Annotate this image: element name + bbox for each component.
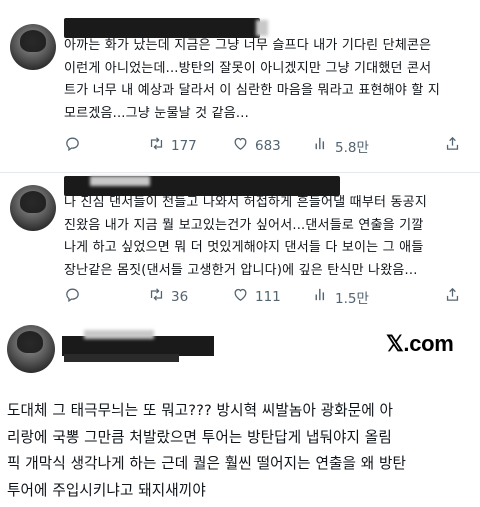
- tweet-line: 아까는 화가 났는데 지금은 그냥 너무 슬프다 내가 기다린 단체콘은: [64, 38, 432, 53]
- retweet-arrows-icon: [148, 135, 165, 156]
- redacted-handle: [84, 330, 154, 339]
- bar-chart-icon: [312, 286, 329, 307]
- avatar[interactable]: [10, 185, 56, 231]
- tweet-body: 아까는 화가 났는데 지금은 그냥 너무 슬프다 내가 기다린 단체콘은 이런게…: [64, 35, 440, 125]
- views-button[interactable]: 1.5만: [312, 286, 369, 307]
- speech-bubble-icon: [64, 135, 81, 156]
- speech-bubble-icon: [64, 286, 81, 307]
- share-button[interactable]: [444, 135, 461, 156]
- share-button[interactable]: [444, 286, 461, 307]
- tweet-body: 나 진심 댄서들이 천들고 나와서 허접하게 흔들어댈 때부터 동공지 진왔음 …: [64, 192, 427, 282]
- tweet-line: 장난같은 몸짓(댄서들 고생한거 압니다)에 깊은 탄식만 나왔음...: [64, 262, 418, 278]
- tweet-line: 진왔음 내가 지금 뭘 보고있는건가 싶어서...댄서들로 연출을 기깔: [64, 217, 424, 233]
- views-count: 5.8만: [335, 139, 369, 156]
- like-button[interactable]: 683: [232, 135, 281, 156]
- divider: [0, 172, 480, 173]
- retweet-count: 36: [171, 288, 189, 305]
- redacted-handle-bar: [64, 354, 179, 362]
- post-line: 픽 개막식 생각나게 하는 근데 퀄은 훨씬 떨어지는 연출을 왜 방탄: [7, 455, 407, 472]
- heart-icon: [232, 135, 249, 156]
- post-line: 도대체 그 태극무늬는 또 뭐고??? 방시혁 씨발놈아 광화문에 아: [7, 402, 394, 419]
- post-line: 리랑에 국뽕 그만큼 처발랐으면 투어는 방탄답게 냅둬야지 올림: [7, 428, 392, 446]
- retweet-button[interactable]: 177: [148, 135, 197, 156]
- like-button[interactable]: 111: [232, 286, 281, 307]
- redacted-handle: [256, 20, 268, 36]
- views-button[interactable]: 5.8만: [312, 135, 369, 156]
- retweet-arrows-icon: [148, 286, 165, 307]
- tweet-line: 나게 하고 싶었으면 뭐 더 멋있게해야지 댄서들 다 보이는 그 애들: [64, 240, 424, 255]
- bar-chart-icon: [312, 135, 329, 156]
- tweet-line: 트가 너무 내 예상과 달라서 이 심란한 마음을 뭐라고 표현해야 할 지: [64, 83, 440, 98]
- x-logo-icon: 𝕏.com: [386, 331, 454, 356]
- like-count: 111: [255, 288, 281, 305]
- reply-button[interactable]: [64, 286, 87, 307]
- avatar[interactable]: [10, 24, 56, 70]
- like-count: 683: [255, 137, 281, 154]
- share-upload-icon: [444, 135, 461, 156]
- retweet-button[interactable]: 36: [148, 286, 188, 307]
- retweet-count: 177: [171, 137, 197, 154]
- post-body: 도대체 그 태극무늬는 또 뭐고??? 방시혁 씨발놈아 광화문에 아 리랑에 …: [7, 398, 406, 504]
- tweet-actions: 36 111 1.5만: [64, 286, 474, 307]
- tweet-line: 이런게 아니었는데...방탄의 잘못이 아니겠지만 그냥 기대했던 콘서: [64, 60, 432, 76]
- x-com-watermark: 𝕏.com: [386, 331, 454, 357]
- avatar[interactable]: [7, 325, 55, 373]
- redacted-handle: [90, 176, 150, 186]
- post-line: 투어에 주입시키냐고 돼지새끼야: [7, 481, 206, 499]
- tweet-actions: 177 683 5.8만: [64, 135, 474, 156]
- views-count: 1.5만: [335, 290, 369, 307]
- redacted-username: [62, 336, 214, 356]
- heart-icon: [232, 286, 249, 307]
- tweet-line: 나 진심 댄서들이 천들고 나와서 허접하게 흔들어댈 때부터 동공지: [64, 195, 427, 210]
- share-upload-icon: [444, 286, 461, 307]
- reply-button[interactable]: [64, 135, 87, 156]
- tweet-line: 모르겠음...그냥 눈물날 것 같음...: [64, 105, 249, 121]
